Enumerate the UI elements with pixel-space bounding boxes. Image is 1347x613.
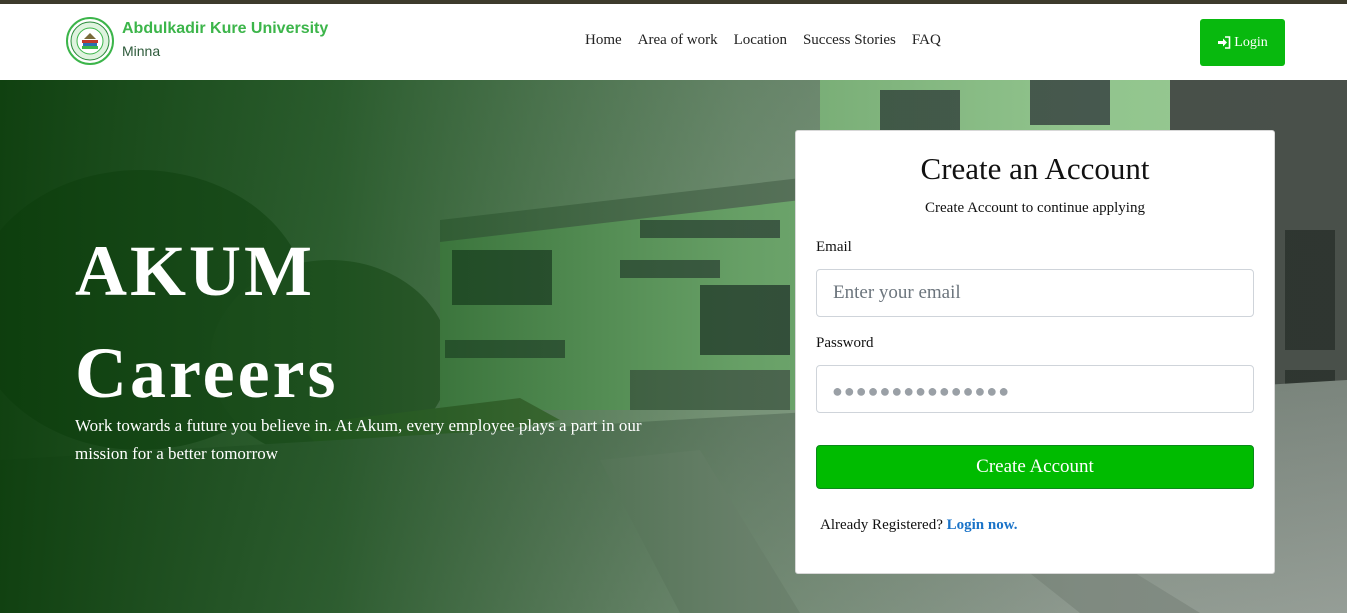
signup-subtitle: Create Account to continue applying <box>925 200 1145 216</box>
login-button[interactable]: Login <box>1200 19 1285 66</box>
create-account-button[interactable]: Create Account <box>816 445 1254 489</box>
university-seal-icon <box>66 17 114 65</box>
login-now-link[interactable]: Login now. <box>947 517 1018 533</box>
email-field[interactable] <box>816 269 1254 317</box>
nav-area-of-work[interactable]: Area of work <box>638 32 718 49</box>
hero-subtitle: Work towards a future you believe in. At… <box>75 416 642 463</box>
email-label: Email <box>816 239 852 255</box>
brand-name: Abdulkadir Kure University <box>122 19 329 37</box>
already-registered-text: Already Registered? <box>820 517 943 533</box>
signup-card: Create an Account Create Account to cont… <box>795 130 1275 574</box>
signup-title: Create an Account <box>920 151 1150 186</box>
sign-in-icon <box>1218 36 1231 49</box>
nav-location[interactable]: Location <box>734 32 787 49</box>
hero-title-line-2: Careers <box>75 333 339 413</box>
login-button-label: Login <box>1234 34 1268 50</box>
already-registered: Already Registered? Login now. <box>820 517 1018 534</box>
nav-success-stories[interactable]: Success Stories <box>803 32 896 49</box>
brand-city: Minna <box>122 42 161 59</box>
password-field[interactable] <box>816 365 1254 413</box>
hero-title: AKUM Careers <box>75 220 495 424</box>
password-label: Password <box>816 335 874 351</box>
nav-home[interactable]: Home <box>585 32 622 49</box>
navbar: Abdulkadir Kure University Minna Home Ar… <box>0 4 1347 80</box>
nav-faq[interactable]: FAQ <box>912 32 941 49</box>
brand[interactable]: Abdulkadir Kure University Minna <box>66 17 328 65</box>
hero-title-line-1: AKUM <box>75 231 315 311</box>
main-nav: Home Area of work Location Success Stori… <box>585 32 957 49</box>
